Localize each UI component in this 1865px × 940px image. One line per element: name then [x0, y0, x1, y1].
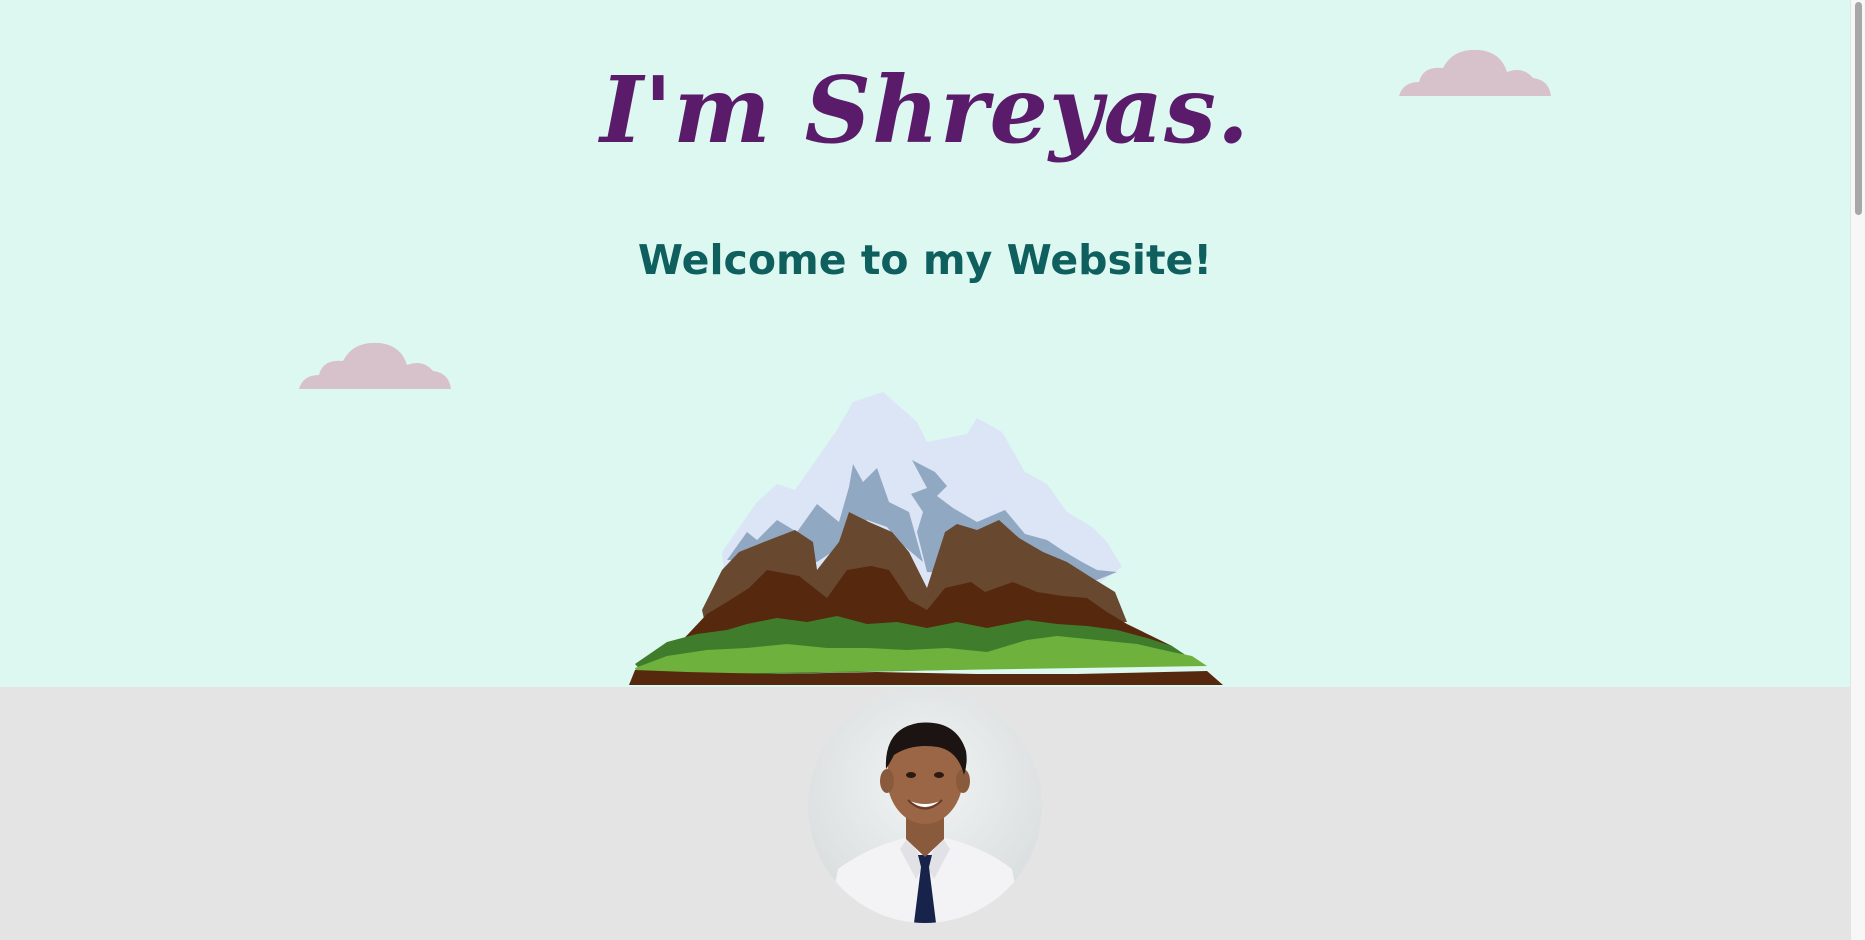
scrollbar-thumb[interactable]	[1855, 2, 1862, 215]
welcome-subtitle: Welcome to my Website!	[637, 236, 1213, 284]
vertical-scrollbar[interactable]	[1850, 0, 1865, 940]
hero-section: I'm Shreyas. Welcome to my Website!	[0, 0, 1850, 687]
cloud-icon	[299, 342, 451, 389]
about-section	[0, 687, 1850, 940]
page: I'm Shreyas. Welcome to my Website!	[0, 0, 1865, 940]
mountain-illustration-icon	[629, 392, 1223, 685]
page-title: I'm Shreyas.	[600, 56, 1250, 164]
profile-photo-image	[808, 689, 1042, 923]
cloud-icon	[1399, 49, 1551, 96]
profile-photo-avatar	[808, 689, 1042, 923]
